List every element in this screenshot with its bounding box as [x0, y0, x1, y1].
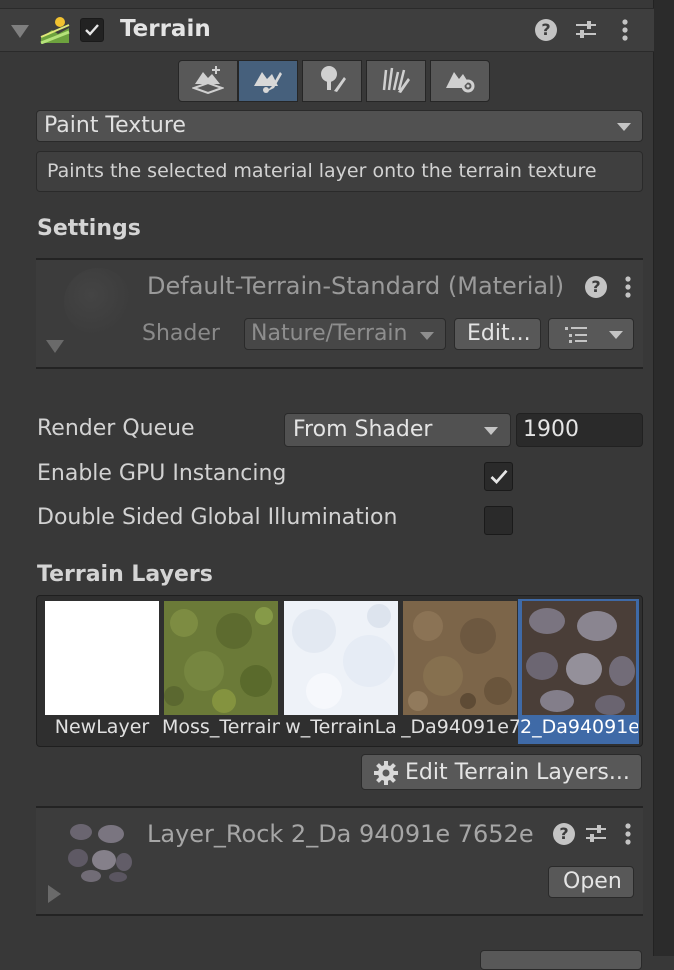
- component-title: Terrain: [120, 16, 211, 42]
- material-foldout-icon[interactable]: [46, 340, 64, 353]
- partially-visible-button[interactable]: [480, 950, 642, 970]
- render-queue-label: Render Queue: [37, 416, 195, 441]
- tool-select-dropdown[interactable]: Paint Texture: [36, 110, 643, 142]
- edit-terrain-layers-label: Edit Terrain Layers...: [405, 760, 630, 785]
- divider: [36, 367, 643, 369]
- layer-asset-preview: [66, 820, 132, 882]
- chevron-down-icon: [484, 427, 498, 435]
- edit-shader-button[interactable]: Edit...: [454, 318, 541, 350]
- help-icon[interactable]: ?: [535, 19, 557, 41]
- gpu-instancing-checkbox[interactable]: [484, 462, 513, 491]
- list-icon: [565, 326, 589, 348]
- tree-brush-icon: [316, 64, 348, 98]
- layer-asset-name: Layer_Rock 2_Da 94091e 7652e: [147, 820, 534, 848]
- layer-asset-more-options-icon[interactable]: [621, 822, 635, 846]
- tool-description: Paints the selected material layer onto …: [47, 160, 597, 182]
- grass-brush-icon: [380, 64, 412, 98]
- layer-thumbnail-snow[interactable]: [284, 601, 398, 715]
- divider: [36, 914, 643, 916]
- render-queue-value-field[interactable]: 1900: [516, 413, 643, 447]
- double-sided-gi-checkbox[interactable]: [484, 506, 513, 535]
- chevron-down-icon: [609, 331, 623, 339]
- terrain-layers-heading: Terrain Layers: [37, 562, 213, 587]
- settings-heading: Settings: [37, 216, 141, 241]
- render-queue-mode: From Shader: [293, 417, 433, 442]
- tool-paint-trees[interactable]: [302, 60, 362, 102]
- terrain-component-icon: [40, 16, 70, 45]
- paint-brush-terrain-icon: [252, 64, 284, 98]
- open-layer-label: Open: [563, 869, 622, 894]
- chevron-down-icon: [617, 123, 631, 131]
- tool-terrain-settings[interactable]: [430, 60, 490, 102]
- layer-thumbnail-moss[interactable]: [164, 601, 278, 715]
- layer-asset-help-icon[interactable]: ?: [553, 823, 575, 845]
- render-queue-value: 1900: [523, 417, 579, 442]
- material-list-dropdown[interactable]: [548, 318, 634, 350]
- tool-paint-terrain[interactable]: [238, 60, 298, 102]
- layer-label[interactable]: _Da94091e7: [401, 716, 519, 742]
- component-enabled-checkbox[interactable]: [80, 18, 104, 42]
- terrain-add-icon: [191, 64, 225, 98]
- open-layer-button[interactable]: Open: [548, 866, 634, 898]
- tool-select-value: Paint Texture: [44, 113, 186, 138]
- scrollbar[interactable]: [653, 0, 674, 956]
- tool-paint-details[interactable]: [366, 60, 426, 102]
- shader-value: Nature/Terrain: [251, 321, 408, 346]
- layer-asset-foldout-icon[interactable]: [48, 885, 61, 903]
- more-options-icon[interactable]: [618, 18, 632, 42]
- material-help-icon[interactable]: ?: [585, 276, 607, 298]
- gear-icon: [374, 761, 398, 789]
- layer-label[interactable]: Moss_TerrainLayer: [162, 716, 280, 742]
- layer-asset-presets-icon[interactable]: [584, 823, 608, 845]
- edit-terrain-layers-button[interactable]: Edit Terrain Layers...: [361, 754, 642, 790]
- material-name: Default-Terrain-Standard (Material): [147, 272, 565, 300]
- presets-icon[interactable]: [574, 19, 598, 41]
- foldout-arrow-icon[interactable]: [11, 25, 29, 38]
- material-more-options-icon[interactable]: [621, 275, 635, 299]
- layer-label[interactable]: NewLayer: [43, 716, 161, 742]
- layer-thumbnail-dirt[interactable]: [403, 601, 517, 715]
- edit-shader-label: Edit...: [467, 321, 531, 346]
- layer-thumbnail-rock[interactable]: [522, 601, 636, 715]
- tool-create-neighbor-terrains[interactable]: [178, 60, 238, 102]
- shader-dropdown[interactable]: Nature/Terrain: [244, 318, 446, 350]
- chevron-down-icon: [420, 332, 434, 340]
- tool-description-box: Paints the selected material layer onto …: [36, 151, 643, 192]
- layer-label-selected[interactable]: 2_Da94091e: [520, 716, 638, 742]
- double-sided-gi-label: Double Sided Global Illumination: [37, 505, 398, 530]
- layer-thumbnail-newlayer[interactable]: [45, 601, 159, 715]
- material-preview: [64, 268, 132, 336]
- render-queue-dropdown[interactable]: From Shader: [284, 413, 511, 447]
- layer-label[interactable]: w_TerrainLa: [282, 716, 400, 742]
- gpu-instancing-label: Enable GPU Instancing: [37, 461, 287, 486]
- terrain-gear-icon: [444, 64, 476, 98]
- shader-label: Shader: [142, 321, 220, 346]
